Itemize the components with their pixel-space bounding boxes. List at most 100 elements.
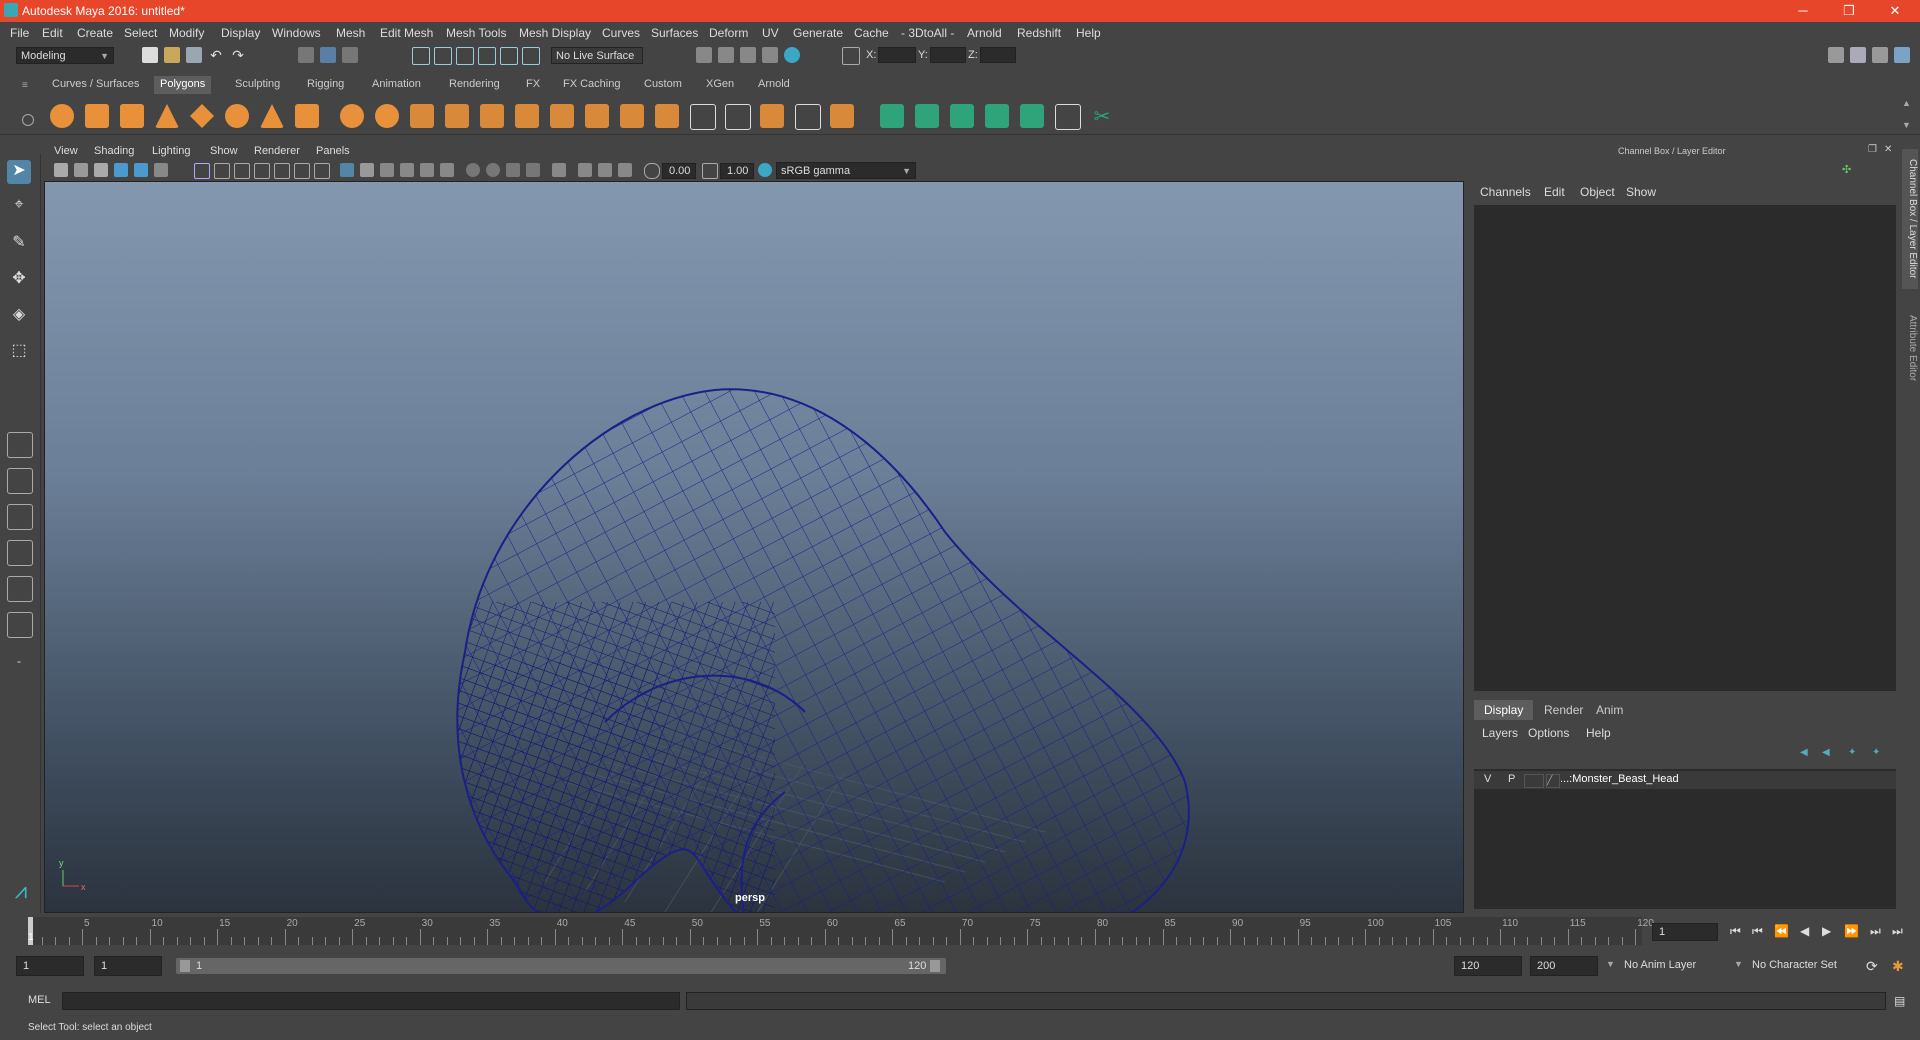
snap-point-icon[interactable] (456, 47, 474, 65)
side-tab-channel-box[interactable]: Channel Box / Layer Editor (1902, 149, 1918, 289)
z-field[interactable] (980, 47, 1016, 63)
render-current-icon[interactable] (718, 47, 734, 63)
menu-deform[interactable]: Deform (709, 26, 748, 40)
tab-curves-surfaces[interactable]: Curves / Surfaces (46, 76, 145, 94)
combine-icon[interactable] (340, 104, 364, 128)
redo-icon[interactable]: ↷ (230, 47, 246, 63)
color-space-dropdown[interactable]: sRGB gamma ▼ (776, 162, 916, 179)
grid-icon[interactable] (194, 163, 210, 179)
play-backward-icon[interactable]: ◀ (1800, 924, 1809, 938)
current-frame-field[interactable]: 1 (1652, 923, 1718, 941)
snap-view-plane-icon[interactable] (500, 47, 518, 65)
menu-mesh[interactable]: Mesh (336, 26, 365, 40)
menu-select[interactable]: Select (124, 26, 157, 40)
tab-animation[interactable]: Animation (366, 76, 427, 94)
restore-button[interactable]: ❐ (1826, 0, 1872, 22)
cb-menu-edit[interactable]: Edit (1544, 185, 1565, 199)
layer-menu-options[interactable]: Options (1528, 726, 1569, 740)
poke-icon[interactable] (795, 104, 821, 130)
shelf-scroll-up-icon[interactable]: ▲ (1902, 98, 1911, 108)
gamma-icon[interactable] (702, 163, 718, 179)
select-object-icon[interactable] (320, 47, 336, 63)
append-icon[interactable] (620, 104, 644, 128)
poly-torus-icon[interactable] (225, 104, 249, 128)
go-to-start-icon[interactable]: ⏮ (1730, 924, 1741, 939)
tab-display[interactable]: Display (1474, 700, 1534, 720)
menu-edit[interactable]: Edit (42, 26, 63, 40)
tool-settings-toggle-icon[interactable] (1872, 47, 1888, 63)
single-view-layout-icon[interactable] (7, 432, 33, 458)
viewport-menu-show[interactable]: Show (210, 145, 238, 157)
script-editor-icon[interactable]: ▤ (1894, 994, 1905, 1008)
layer-menu-help[interactable]: Help (1586, 726, 1611, 740)
viewport-menu-view[interactable]: View (54, 145, 78, 157)
persp-graph-layout-icon[interactable] (7, 540, 33, 566)
smooth-shade-icon[interactable] (360, 163, 374, 177)
uv-cut-icon[interactable]: ✂ (1090, 104, 1114, 128)
snap-grid-icon[interactable] (412, 47, 430, 65)
tab-anim[interactable]: Anim (1586, 700, 1633, 720)
step-forward-frame-icon[interactable]: ⏩ (1844, 924, 1859, 938)
textured-icon[interactable] (400, 163, 414, 177)
tab-custom[interactable]: Custom (638, 76, 688, 94)
shelf-settings-icon[interactable] (22, 114, 34, 126)
boolean-icon[interactable] (410, 104, 434, 128)
poly-pipe-icon[interactable] (295, 104, 319, 128)
menu-curves[interactable]: Curves (602, 26, 640, 40)
move-tool-icon[interactable]: ✥ (7, 268, 31, 292)
xray-joints-icon[interactable] (598, 163, 612, 177)
select-hierarchy-icon[interactable] (298, 47, 314, 63)
poly-cylinder-icon[interactable] (120, 104, 144, 128)
menu-help[interactable]: Help (1076, 26, 1101, 40)
extrude-icon[interactable] (480, 104, 504, 128)
merge-icon[interactable] (760, 104, 784, 128)
target-weld-icon[interactable] (725, 104, 751, 130)
layer-playback-toggle[interactable]: P (1508, 773, 1515, 785)
snap-projected-icon[interactable] (478, 47, 496, 65)
bookmark-icon[interactable] (94, 163, 108, 177)
move-layer-down-icon[interactable]: ◀ (1822, 747, 1836, 761)
menu-mesh-display[interactable]: Mesh Display (519, 26, 591, 40)
wireframe-on-shaded-icon[interactable] (380, 163, 394, 177)
four-view-layout-icon[interactable] (7, 468, 33, 494)
menuset-dropdown[interactable]: Modeling ▼ (16, 47, 114, 64)
start-time-field[interactable]: 1 (16, 956, 84, 976)
grease-pencil-icon[interactable] (154, 163, 168, 177)
cb-menu-channels[interactable]: Channels (1480, 185, 1531, 199)
mel-label[interactable]: MEL (28, 994, 51, 1006)
command-input[interactable] (62, 992, 680, 1010)
layer-menu-layers[interactable]: Layers (1482, 726, 1518, 740)
viewport-menu-panels[interactable]: Panels (316, 145, 350, 157)
cb-menu-object[interactable]: Object (1580, 185, 1615, 199)
close-panel-icon[interactable]: ✕ (1884, 144, 1892, 155)
menu-surfaces[interactable]: Surfaces (651, 26, 698, 40)
undo-icon[interactable]: ↶ (208, 47, 224, 63)
resolution-gate-icon[interactable] (234, 163, 250, 179)
persp-hypershade-layout-icon[interactable] (7, 576, 33, 602)
channel-box-toggle-icon[interactable] (1894, 47, 1910, 63)
character-set-dropdown[interactable]: ▼ No Character Set (1732, 956, 1862, 976)
camera-attributes-icon[interactable] (74, 163, 88, 177)
gate-mask-icon[interactable] (254, 163, 270, 179)
menu-edit-mesh[interactable]: Edit Mesh (380, 26, 433, 40)
depth-of-field-icon[interactable] (526, 163, 540, 177)
tab-fx[interactable]: FX (520, 76, 546, 94)
exposure-field[interactable]: 0.00 (662, 163, 696, 179)
select-component-icon[interactable] (342, 47, 358, 63)
go-to-end-icon[interactable]: ⏭ (1892, 924, 1903, 939)
tab-rendering[interactable]: Rendering (443, 76, 506, 94)
collapse-toolbox-icon[interactable]: - (7, 654, 31, 678)
rotate-tool-icon[interactable]: ◈ (7, 304, 31, 328)
uv-unfold-icon[interactable] (1020, 104, 1044, 128)
menu-uv[interactable]: UV (762, 26, 779, 40)
side-tab-attribute-editor[interactable]: Attribute Editor (1902, 303, 1918, 393)
layer-visibility-toggle[interactable]: V (1484, 773, 1491, 785)
xray-icon[interactable] (578, 163, 592, 177)
use-all-lights-icon[interactable] (420, 163, 434, 177)
viewport-menu-lighting[interactable]: Lighting (152, 145, 191, 157)
tab-fx-caching[interactable]: FX Caching (557, 76, 626, 94)
color-management-icon[interactable] (758, 163, 772, 177)
make-live-icon[interactable] (522, 47, 540, 65)
menu-cache[interactable]: Cache (854, 26, 889, 40)
motion-blur-icon[interactable] (486, 163, 500, 177)
